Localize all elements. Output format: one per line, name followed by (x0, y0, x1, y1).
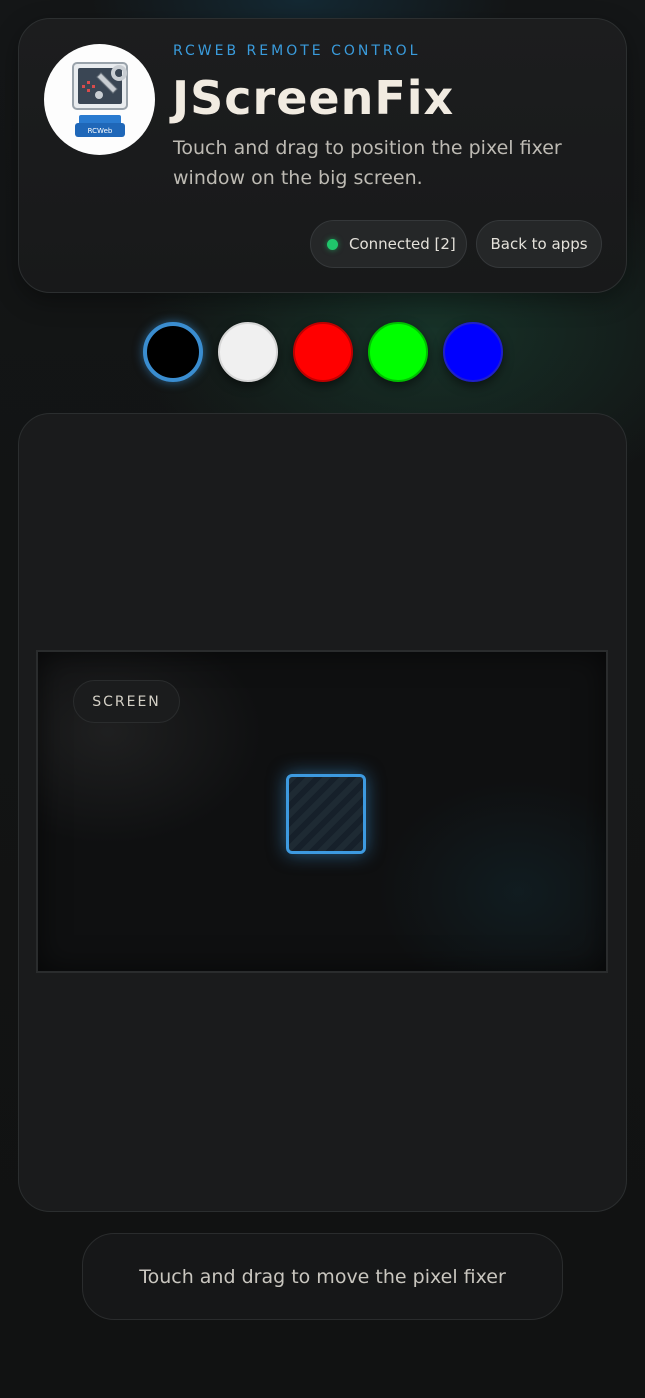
eyebrow-label: RCWEB REMOTE CONTROL (173, 43, 421, 59)
connection-status: Connected [2] (310, 220, 467, 268)
back-button-label: Back to apps (490, 235, 588, 253)
screen-badge-label: SCREEN (92, 693, 161, 710)
swatch-white[interactable] (218, 322, 278, 382)
pixel-fixer-handle[interactable] (286, 774, 366, 854)
screen-badge: SCREEN (73, 680, 180, 723)
drag-hint-label: Touch and drag to move the pixel fixer (139, 1265, 506, 1288)
swatch-green[interactable] (368, 322, 428, 382)
page-subtitle: Touch and drag to position the pixel fix… (173, 137, 562, 189)
logo-text: RCWeb (87, 127, 112, 135)
color-swatch-row (0, 322, 645, 384)
back-to-apps-button[interactable]: Back to apps (476, 220, 602, 268)
header-card: RCWeb RCWEB REMOTE CONTROL JScreenFix To… (18, 18, 627, 293)
swatch-black[interactable] (143, 322, 203, 382)
swatch-red[interactable] (293, 322, 353, 382)
wrench-monitor-icon: RCWeb (71, 61, 128, 137)
app-logo: RCWeb (44, 44, 155, 155)
drag-hint: Touch and drag to move the pixel fixer (82, 1233, 563, 1320)
status-label: Connected [2] (349, 235, 456, 253)
status-dot-icon (327, 238, 338, 250)
screen-preview[interactable]: SCREEN (36, 650, 608, 973)
swatch-blue[interactable] (443, 322, 503, 382)
page-title: JScreenFix (172, 71, 455, 125)
